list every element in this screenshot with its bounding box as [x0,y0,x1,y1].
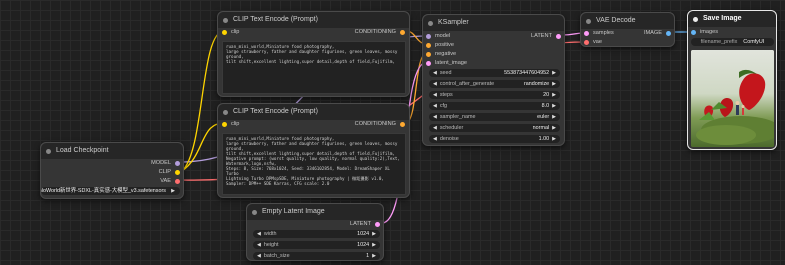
collapse-dot-icon[interactable] [252,209,257,215]
port-dot-icon[interactable] [375,221,380,227]
port-dot-icon[interactable] [584,30,589,36]
node-title: CLIP Text Encode (Prompt) [233,16,318,23]
collapse-dot-icon[interactable] [693,16,698,22]
steps-widget[interactable]: ◀ steps 20 ▶ [429,91,560,99]
vae-output-slot[interactable]: VAE [160,177,180,185]
latent-image-input-slot[interactable]: latent_image [426,59,467,67]
port-dot-icon[interactable] [584,39,589,45]
scheduler-widget[interactable]: ◀ scheduler normal ▶ [429,124,560,132]
node-title: Empty Latent Image [262,208,325,215]
latent-output-slot[interactable]: LATENT [350,220,380,228]
node-title: CLIP Text Encode (Prompt) [233,108,318,115]
node-title: KSampler [438,19,469,26]
clip-input-slot[interactable]: clip [222,120,239,128]
chevron-right-icon[interactable]: ▶ [171,187,175,195]
batch-size-widget[interactable]: ◀ batch_size 1 ▶ [253,252,380,260]
port-dot-icon[interactable] [400,29,405,35]
arrow-right-icon[interactable]: ▶ [552,69,556,77]
vae-decode-node[interactable]: VAE Decode samples vae IMAGE [580,12,675,47]
sampler-name-widget[interactable]: ◀ sampler_name euler ▶ [429,113,560,121]
collapse-dot-icon[interactable] [223,17,228,23]
collapse-dot-icon[interactable] [428,20,433,26]
arrow-right-icon[interactable]: ▶ [552,80,556,88]
seed-widget[interactable]: ◀ seed 553873447604952 ▶ [429,69,560,77]
node-title: Load Checkpoint [56,147,109,154]
vae-input-slot[interactable]: vae [584,38,602,46]
port-dot-icon[interactable] [426,51,431,57]
arrow-right-icon[interactable]: ▶ [372,241,376,249]
denoise-widget[interactable]: ◀ denoise 1.00 ▶ [429,135,560,143]
prompt-textarea[interactable]: ruan_mini_world,Miniature food photograp… [222,41,406,94]
strawberry-scene-image [691,50,774,147]
model-output-slot[interactable]: MODEL [151,159,180,167]
clip-output-slot[interactable]: CLIP [159,168,180,176]
port-dot-icon[interactable] [426,60,431,66]
clip-text-encode-top-node[interactable]: CLIP Text Encode (Prompt) clip CONDITION… [217,11,410,97]
empty-latent-image-node[interactable]: Empty Latent Image LATENT ◀ width 1024 ▶ ◀ h… [246,203,384,261]
model-input-slot[interactable]: model [426,32,450,40]
collapse-dot-icon[interactable] [586,18,591,24]
arrow-right-icon[interactable]: ▶ [552,124,556,132]
load-checkpoint-node[interactable]: Load Checkpoint MODEL CLIP VAE ▶ EOSAM's… [40,142,184,199]
port-dot-icon[interactable] [426,33,431,39]
prompt-textarea[interactable]: ruan_mini_world,Miniature food photograp… [222,133,406,195]
arrow-right-icon[interactable]: ▶ [372,252,376,260]
conditioning-output-slot[interactable]: CONDITIONING [355,120,405,128]
control-after-generate-widget[interactable]: ◀ control_after_generate randomize ▶ [429,80,560,88]
node-title: VAE Decode [596,17,636,24]
clip-text-encode-bottom-node[interactable]: CLIP Text Encode (Prompt) clip CONDITION… [217,103,410,198]
port-dot-icon[interactable] [556,33,561,39]
samples-input-slot[interactable]: samples [584,29,614,37]
arrow-right-icon[interactable]: ▶ [552,102,556,110]
images-input-slot[interactable]: images [691,28,718,36]
image-output-slot[interactable]: IMAGE [644,29,671,37]
arrow-right-icon[interactable]: ▶ [372,230,376,238]
ksampler-node[interactable]: KSampler model positive negative latent_… [422,14,565,146]
port-dot-icon[interactable] [175,178,180,184]
collapse-dot-icon[interactable] [223,109,228,115]
preview-image[interactable] [691,50,774,147]
port-dot-icon[interactable] [400,121,405,127]
arrow-right-icon[interactable]: ▶ [552,135,556,143]
node-title: Save Image [703,15,742,22]
port-dot-icon[interactable] [666,30,671,36]
ckpt-name-value: EOSAM's HelloWorld新世界-SDXL-真实感-大模型_v3.sa… [41,188,166,194]
latent-output-slot[interactable]: LATENT [531,32,561,40]
arrow-right-icon[interactable]: ▶ [552,91,556,99]
clip-input-slot[interactable]: clip [222,28,239,36]
arrow-right-icon[interactable]: ▶ [552,113,556,121]
filename-prefix-widget[interactable]: filename_prefix ComfyUI [691,38,774,46]
width-widget[interactable]: ◀ width 1024 ▶ [253,230,380,238]
positive-input-slot[interactable]: positive [426,41,454,49]
port-dot-icon[interactable] [175,160,180,166]
port-dot-icon[interactable] [691,29,696,35]
port-dot-icon[interactable] [426,42,431,48]
port-dot-icon[interactable] [222,29,227,35]
save-image-node[interactable]: Save Image images filename_prefix ComfyU… [687,10,777,150]
negative-input-slot[interactable]: negative [426,50,456,58]
port-dot-icon[interactable] [175,169,180,175]
ckpt-name-combo[interactable]: ▶ EOSAM's HelloWorld新世界-SDXL-真实感-大模型_v3.… [41,187,180,195]
collapse-dot-icon[interactable] [46,148,51,154]
cfg-widget[interactable]: ◀ cfg 8.0 ▶ [429,102,560,110]
port-dot-icon[interactable] [222,121,227,127]
conditioning-output-slot[interactable]: CONDITIONING [355,28,405,36]
height-widget[interactable]: ◀ height 1024 ▶ [253,241,380,249]
